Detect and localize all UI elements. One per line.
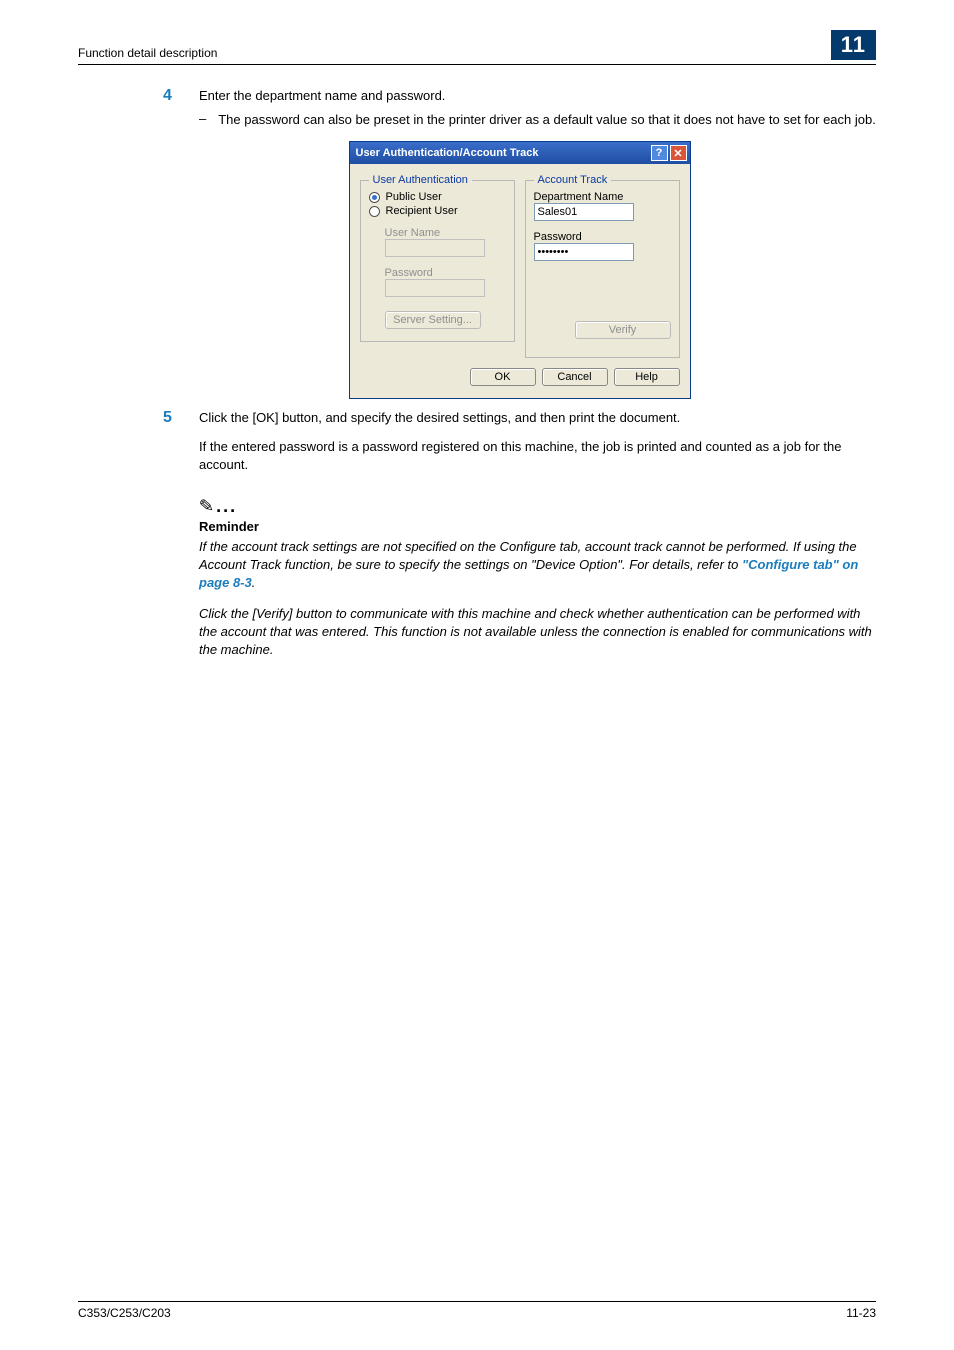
group-legend: Account Track [534,174,612,186]
step-number: 4 [163,87,177,129]
radio-label: Recipient User [386,205,458,217]
close-icon[interactable]: ✕ [670,145,687,161]
reminder-body-1: If the account track settings are not sp… [199,538,876,593]
reminder-body-2: Click the [Verify] button to communicate… [199,605,876,660]
dialog-title: User Authentication/Account Track [356,147,539,159]
reminder-block: ✎... Reminder If the account track setti… [199,496,876,659]
step-text: Click the [OK] button, and specify the d… [199,409,876,427]
recipient-user-radio[interactable]: Recipient User [369,205,506,217]
header-title: Function detail description [78,46,217,60]
sub-bullet: – The password can also be preset in the… [199,111,876,129]
step-5: 5 Click the [OK] button, and specify the… [163,409,876,474]
cancel-button[interactable]: Cancel [542,368,608,386]
reminder-title: Reminder [199,519,876,534]
radio-icon [369,192,380,203]
bullet-text: The password can also be preset in the p… [218,111,876,129]
user-password-field [385,279,485,297]
step-4: 4 Enter the department name and password… [163,87,876,129]
user-auth-dialog: User Authentication/Account Track ? ✕ Us… [349,141,691,399]
ok-button[interactable]: OK [470,368,536,386]
public-user-radio[interactable]: Public User [369,191,506,203]
step-text: Enter the department name and password. [199,87,876,105]
user-authentication-group: User Authentication Public User Recipien… [360,180,515,342]
page-header: Function detail description 11 [78,30,876,65]
footer-left: C353/C253/C203 [78,1306,171,1320]
help-icon[interactable]: ? [651,145,668,161]
password-label: Password [385,267,506,279]
radio-label: Public User [386,191,442,203]
user-name-label: User Name [385,227,506,239]
dialog-titlebar[interactable]: User Authentication/Account Track ? ✕ [350,142,690,164]
radio-icon [369,206,380,217]
account-password-label: Password [534,231,671,243]
dept-name-label: Department Name [534,191,671,203]
account-track-group: Account Track Department Name Password V… [525,180,680,358]
account-password-field[interactable] [534,243,634,261]
department-name-field[interactable] [534,203,634,221]
page-footer: C353/C253/C203 11-23 [78,1301,876,1320]
footer-right: 11-23 [846,1306,876,1320]
chapter-badge: 11 [831,30,876,60]
step-number: 5 [163,409,177,474]
group-legend: User Authentication [369,174,472,186]
step-paragraph: If the entered password is a password re… [199,438,876,474]
help-button[interactable]: Help [614,368,680,386]
ellipsis-icon: ... [216,496,237,516]
user-name-field [385,239,485,257]
server-setting-button: Server Setting... [385,311,481,329]
bullet-dash: – [199,111,206,129]
pen-icon: ✎ [198,495,215,517]
verify-button[interactable]: Verify [575,321,671,339]
main-content: 4 Enter the department name and password… [163,87,876,659]
